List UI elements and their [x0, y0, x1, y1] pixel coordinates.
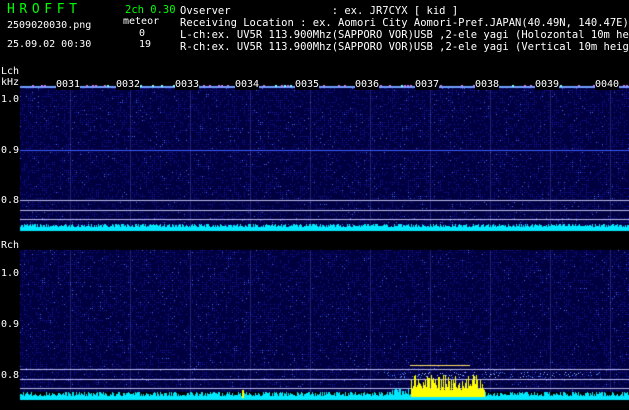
time-label: 0039: [535, 79, 560, 90]
rch-panel-label: Rch: [1, 240, 20, 251]
time-label: 0040: [595, 79, 620, 90]
observer-info: Ovserver : ex. JR7CYX [ kid ]: [180, 5, 459, 17]
time-label: 0031: [56, 79, 81, 90]
frequency-unit-label: kHz: [1, 77, 20, 88]
lch-tick-0-9: 0.9: [1, 145, 20, 156]
image-filename: 2509020030.png: [7, 20, 92, 31]
time-label: 0036: [355, 79, 380, 90]
meteor-count-lch: 0: [139, 28, 146, 39]
meteor-count-rch: 19: [139, 39, 152, 50]
time-label: 0035: [295, 79, 320, 90]
observation-datetime: 25.09.02 00:30: [7, 39, 92, 50]
rch-receiver-info: R-ch:ex. UV5R 113.900Mhz(SAPPORO VOR)USB…: [180, 41, 629, 53]
rch-tick-0-8: 0.8: [1, 370, 20, 381]
lch-tick-0-8: 0.8: [1, 195, 20, 206]
location-info: Receiving Location : ex. Aomori City Aom…: [180, 17, 629, 29]
channel-version: 2ch 0.30: [125, 4, 176, 16]
time-label: 0037: [415, 79, 440, 90]
lch-tick-1-0: 1.0: [1, 94, 20, 105]
app-title: HROFFT: [7, 2, 82, 17]
spectrogram-canvas: [0, 0, 629, 410]
time-label: 0033: [175, 79, 200, 90]
lch-panel-label: Lch: [1, 66, 20, 77]
time-label: 0038: [475, 79, 500, 90]
rch-tick-0-9: 0.9: [1, 319, 20, 330]
lch-receiver-info: L-ch:ex. UV5R 113.900Mhz(SAPPORO VOR)USB…: [180, 29, 629, 41]
time-label: 0034: [235, 79, 260, 90]
meteor-count-label: meteor: [123, 16, 160, 27]
rch-tick-1-0: 1.0: [1, 268, 20, 279]
time-label: 0032: [116, 79, 141, 90]
